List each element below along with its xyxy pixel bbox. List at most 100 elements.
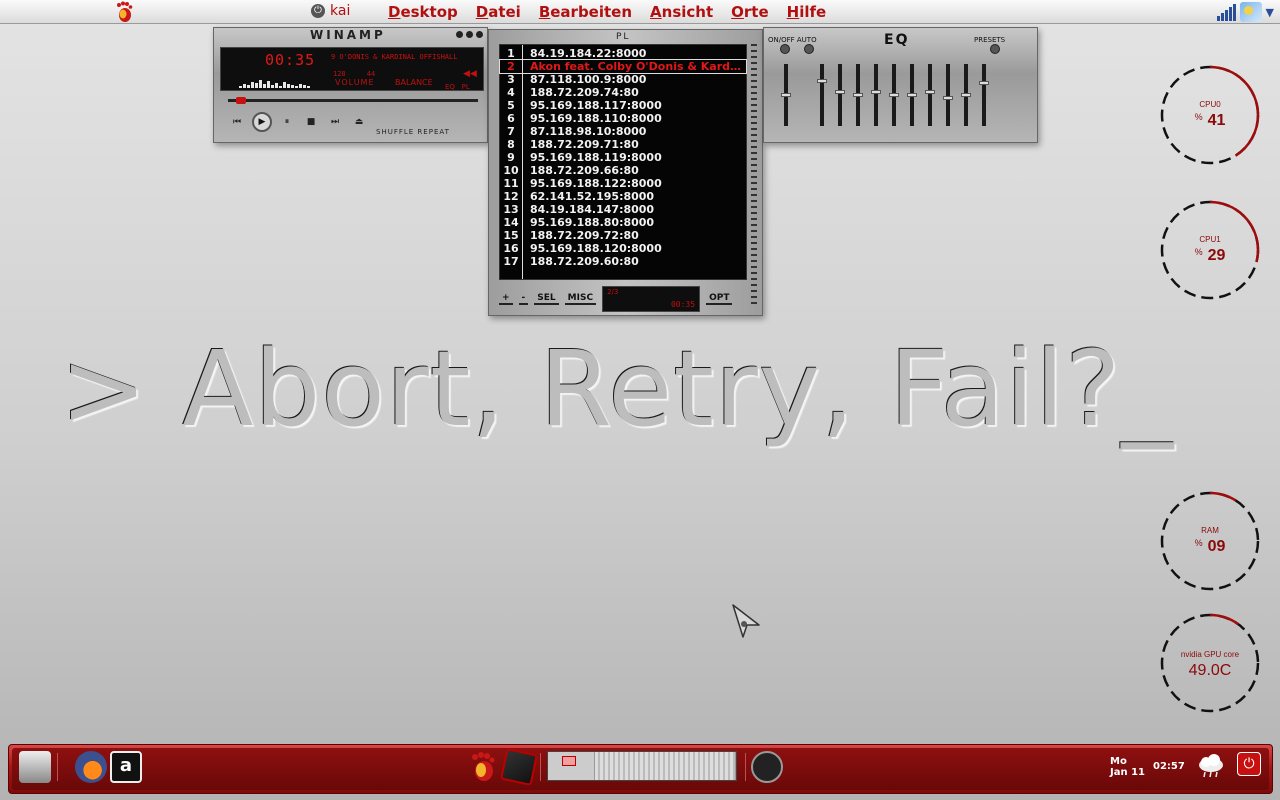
playlist-row[interactable]: 2 Akon feat. Colby O'Donis & Kardinal Off… (499, 59, 747, 74)
eq-band-sliders[interactable] (781, 64, 989, 126)
eq-toggle-knobs[interactable] (780, 44, 814, 54)
playlist-row[interactable]: 14 95.169.188.80:8000 (500, 216, 746, 229)
window-buttons[interactable] (456, 31, 483, 38)
eq-band-slider[interactable] (871, 64, 881, 126)
eq-presets-knob[interactable] (990, 44, 1000, 54)
eq-slider-knob[interactable] (979, 81, 989, 85)
eq-band-slider[interactable] (979, 64, 989, 126)
playlist-row-title: 87.118.98.10:8000 (530, 125, 647, 138)
winamp-titlebar[interactable]: WINAMP (214, 28, 487, 44)
eject-button[interactable]: ⏏ (350, 115, 368, 129)
eq-pl-toggles[interactable]: EQ PL (445, 83, 470, 91)
winamp-equalizer-window[interactable]: ON/OFF AUTO EQ PRESETS (763, 27, 1038, 143)
menu-orte[interactable]: Orte (731, 3, 769, 21)
playlist-row-title: 95.169.188.80:8000 (530, 216, 655, 229)
playlist-row[interactable]: 17 188.72.209.60:80 (500, 255, 746, 268)
eq-slider-knob[interactable] (925, 90, 935, 94)
playlist-list[interactable]: 1 84.19.184.22:8000 2 Akon feat. Colby O'Do… (499, 44, 747, 280)
playlist-row[interactable]: 11 95.169.188.122:8000 (500, 177, 746, 190)
playlist-row[interactable]: 9 95.169.188.119:8000 (500, 151, 746, 164)
next-button[interactable]: ⏭ (326, 115, 344, 129)
playlist-row[interactable]: 8 188.72.209.71:80 (500, 138, 746, 151)
stop-button[interactable]: ■ (302, 115, 320, 129)
trash-icon[interactable] (19, 751, 51, 783)
winamp-playlist-window[interactable]: PL 1 84.19.184.22:8000 2 Akon feat. Colby O… (488, 29, 763, 316)
eq-slider-knob[interactable] (943, 96, 953, 100)
menu-desktop[interactable]: Desktop (388, 3, 458, 21)
clock[interactable]: Mo Jan 11 02:57 (1110, 756, 1185, 778)
workspace-1[interactable] (548, 752, 595, 780)
select-button[interactable]: SEL (534, 293, 559, 305)
tray-arrow-icon[interactable]: ▼ (1266, 6, 1274, 19)
playlist-row[interactable]: 5 95.169.188.117:8000 (500, 99, 746, 112)
eq-band-slider[interactable] (961, 64, 971, 126)
menu-ansicht[interactable]: Ansicht (650, 3, 713, 21)
eq-slider-knob[interactable] (781, 93, 791, 97)
amarok-icon[interactable]: a (110, 751, 142, 783)
eq-slider-knob[interactable] (835, 90, 845, 94)
eq-band-slider[interactable] (889, 64, 899, 126)
gnome-foot-icon[interactable] (114, 1, 134, 23)
firefox-icon[interactable] (75, 751, 107, 783)
playlist-row[interactable]: 13 84.19.184.147:8000 (500, 203, 746, 216)
eq-band-slider[interactable] (925, 64, 935, 126)
winamp-main-window[interactable]: WINAMP 00:35 9 O'DONIS & KARDINAL OFFISH… (213, 27, 488, 143)
eq-slider-knob[interactable] (907, 93, 917, 97)
volume-slider[interactable]: VOLUME (335, 78, 375, 87)
playlist-row[interactable]: 1 84.19.184.22:8000 (500, 47, 746, 60)
play-button[interactable]: ▶ (252, 112, 272, 132)
menu-bearbeiten[interactable]: Bearbeiten (539, 3, 632, 21)
playlist-row[interactable]: 16 95.169.188.120:8000 (500, 242, 746, 255)
add-button[interactable]: + (499, 293, 513, 305)
playlist-row-number: 3 (507, 73, 515, 86)
weather-icon[interactable] (1239, 2, 1262, 22)
seek-bar[interactable] (228, 97, 478, 104)
workspace-switcher[interactable] (547, 751, 737, 781)
speaker-icon[interactable] (751, 751, 783, 783)
eq-slider-knob[interactable] (889, 93, 899, 97)
winamp-display: 00:35 9 O'DONIS & KARDINAL OFFISHALL 128… (220, 47, 484, 91)
eq-slider-knob[interactable] (817, 79, 827, 83)
playback-time[interactable]: 00:35 (265, 51, 315, 69)
seek-knob[interactable] (236, 97, 246, 104)
eq-band-slider[interactable] (835, 64, 845, 126)
workspace-2[interactable] (594, 752, 736, 780)
eq-band-slider[interactable] (943, 64, 953, 126)
menu-hilfe[interactable]: Hilfe (787, 3, 827, 21)
remove-button[interactable]: - (518, 293, 529, 305)
notebook-icon[interactable] (500, 748, 538, 786)
menu-datei[interactable]: Datei (476, 3, 521, 21)
shutdown-icon[interactable]: ⏻ (1237, 752, 1261, 776)
eq-preamp-slider[interactable] (781, 64, 791, 126)
previous-button[interactable]: ⏮ (228, 115, 246, 129)
user-indicator[interactable]: ⏻ kai (311, 3, 350, 19)
eq-band-slider (802, 64, 806, 126)
visualizer[interactable] (239, 76, 319, 88)
eq-presets-button[interactable]: PRESETS (974, 36, 1005, 44)
balance-slider[interactable]: BALANCE (395, 78, 433, 87)
eq-slider-knob[interactable] (871, 90, 881, 94)
eq-band-slider[interactable] (853, 64, 863, 126)
cloud-icon[interactable] (1196, 753, 1226, 779)
playlist-row[interactable]: 6 95.169.188.110:8000 (500, 112, 746, 125)
options-button[interactable]: OPT (706, 293, 733, 305)
playlist-row[interactable]: 7 87.118.98.10:8000 (500, 125, 746, 138)
playlist-row[interactable]: 4 188.72.209.74:80 (500, 86, 746, 99)
playlist-row[interactable]: 3 87.118.100.9:8000 (500, 73, 746, 86)
eq-band-slider[interactable] (817, 64, 827, 126)
eq-slider-knob[interactable] (853, 93, 863, 97)
playlist-row[interactable]: 12 62.141.52.195:8000 (500, 190, 746, 203)
pause-button[interactable]: ⏸ (278, 115, 296, 129)
eq-slider-knob[interactable] (961, 93, 971, 97)
playlist-row-title: 188.72.209.66:80 (530, 164, 639, 177)
gnome-foot-launcher-icon[interactable] (467, 751, 499, 783)
playlist-row[interactable]: 10 188.72.209.66:80 (500, 164, 746, 177)
shuffle-repeat-toggles[interactable]: SHUFFLE REPEAT (376, 128, 450, 136)
playlist-count: 2/3 (607, 288, 619, 296)
cpu1-gauge: CPU1 % 29 (1159, 199, 1261, 301)
misc-button[interactable]: MISC (564, 293, 597, 305)
playlist-row[interactable]: 15 188.72.209.72:80 (500, 229, 746, 242)
eq-band-slider[interactable] (907, 64, 917, 126)
signal-icon[interactable] (1216, 3, 1236, 21)
playlist-scrollbar[interactable] (751, 44, 757, 304)
